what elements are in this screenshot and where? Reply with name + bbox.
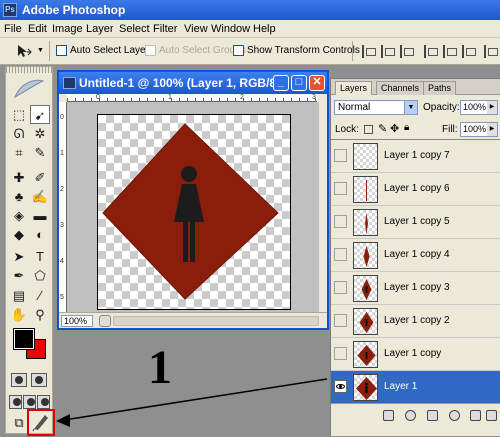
fill-field[interactable]: 100% ▶ bbox=[460, 122, 498, 137]
eye-icon bbox=[336, 384, 345, 389]
layer-thumbnail bbox=[353, 176, 378, 203]
layer-style-icon[interactable] bbox=[405, 410, 416, 421]
layer-mask-icon[interactable] bbox=[427, 410, 438, 421]
layer-thumbnail bbox=[353, 275, 378, 302]
chevron-right-icon[interactable]: ▶ bbox=[487, 101, 497, 114]
lock-label: Lock: bbox=[335, 124, 359, 135]
visibility-toggle[interactable] bbox=[334, 347, 347, 360]
lock-transparency-icon[interactable] bbox=[364, 125, 373, 134]
visibility-toggle[interactable] bbox=[334, 281, 347, 294]
layer-row[interactable]: Layer 1 copy 7 bbox=[331, 140, 500, 173]
layer-name: Layer 1 copy 3 bbox=[384, 282, 450, 293]
layer-name: Layer 1 copy 4 bbox=[384, 249, 450, 260]
adjustment-layer-icon[interactable] bbox=[449, 410, 460, 421]
layer-thumbnail bbox=[353, 143, 378, 170]
link-layers-icon[interactable] bbox=[383, 410, 394, 421]
tab-channels[interactable]: Channels bbox=[376, 81, 425, 95]
opacity-field[interactable]: 100% ▶ bbox=[460, 100, 498, 115]
new-layer-icon[interactable] bbox=[486, 410, 497, 421]
visibility-toggle[interactable] bbox=[334, 182, 347, 195]
fill-value: 100% bbox=[463, 124, 487, 134]
layers-panel-tabs: Layers Channels Paths bbox=[331, 79, 500, 95]
opacity-value: 100% bbox=[463, 102, 487, 112]
layer-list: Layer 1 copy 7 Layer 1 copy 6 Layer 1 co… bbox=[331, 139, 500, 404]
chevron-down-icon: ▼ bbox=[404, 101, 417, 114]
layer-thumbnail bbox=[353, 374, 378, 401]
lock-position-icon[interactable]: ✥ bbox=[390, 122, 399, 135]
layer-row[interactable]: Layer 1 copy 5 bbox=[331, 206, 500, 239]
new-group-icon[interactable] bbox=[470, 410, 481, 421]
layer-row[interactable]: Layer 1 copy 6 bbox=[331, 173, 500, 206]
chevron-right-icon[interactable]: ▶ bbox=[487, 123, 497, 136]
layer-row[interactable]: Layer 1 copy 2 bbox=[331, 305, 500, 338]
blend-mode-select[interactable]: Normal ▼ bbox=[334, 100, 418, 115]
layer-row[interactable]: Layer 1 copy 4 bbox=[331, 239, 500, 272]
layer-thumbnail bbox=[353, 341, 378, 368]
tab-layers[interactable]: Layers bbox=[335, 81, 373, 95]
opacity-label: Opacity: bbox=[423, 102, 460, 113]
layer-name: Layer 1 bbox=[384, 381, 418, 392]
tab-paths[interactable]: Paths bbox=[423, 81, 457, 95]
layer-name: Layer 1 copy bbox=[384, 348, 442, 359]
layer-name: Layer 1 copy 7 bbox=[384, 150, 450, 161]
layer-row-selected[interactable]: Layer 1 bbox=[331, 371, 500, 404]
visibility-toggle[interactable] bbox=[334, 248, 347, 261]
lock-image-icon[interactable]: ✎ bbox=[378, 122, 387, 135]
visibility-toggle[interactable] bbox=[334, 380, 347, 393]
layer-thumbnail bbox=[353, 242, 378, 269]
visibility-toggle[interactable] bbox=[334, 149, 347, 162]
fill-label: Fill: bbox=[442, 124, 458, 135]
visibility-toggle[interactable] bbox=[334, 314, 347, 327]
layer-name: Layer 1 copy 5 bbox=[384, 216, 450, 227]
layer-row[interactable]: Layer 1 copy 3 bbox=[331, 272, 500, 305]
layer-name: Layer 1 copy 6 bbox=[384, 183, 450, 194]
layer-row[interactable]: Layer 1 copy bbox=[331, 338, 500, 371]
layer-name: Layer 1 copy 2 bbox=[384, 315, 450, 326]
layers-panel: Layers Channels Paths Normal ▼ Opacity: … bbox=[330, 78, 500, 436]
layers-panel-footer bbox=[331, 403, 500, 436]
lock-all-icon[interactable]: 🔒︎ bbox=[404, 122, 409, 133]
layer-thumbnail bbox=[353, 308, 378, 335]
layer-thumbnail bbox=[353, 209, 378, 236]
visibility-toggle[interactable] bbox=[334, 215, 347, 228]
blend-mode-value: Normal bbox=[338, 102, 371, 113]
